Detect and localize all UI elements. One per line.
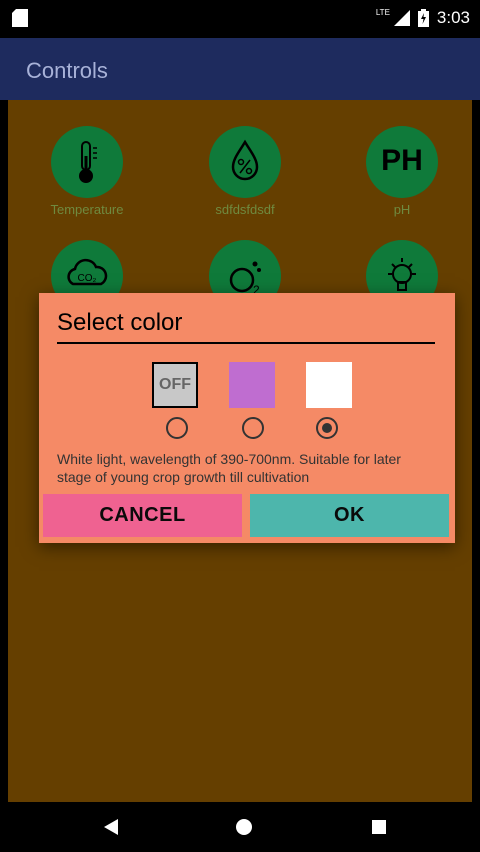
home-icon[interactable] — [236, 819, 252, 835]
dialog-divider — [57, 342, 435, 344]
color-description: White light, wavelength of 390-700nm. Su… — [57, 451, 401, 485]
signal-icon — [393, 10, 410, 26]
ph-circle: PH — [366, 126, 438, 198]
thermometer-icon — [79, 141, 97, 183]
network-type: LTE — [375, 7, 390, 17]
temperature-circle — [51, 126, 123, 198]
tile-temperature[interactable]: Temperature — [17, 126, 157, 217]
clock: 3:03 — [436, 8, 470, 27]
sd-card-icon — [12, 9, 28, 27]
battery-charging-icon — [417, 9, 429, 27]
ok-button[interactable]: OK — [250, 494, 449, 537]
humidity-drop-icon — [231, 139, 259, 181]
app-bar: Controls — [0, 38, 480, 100]
humidity-circle — [209, 126, 281, 198]
ph-icon: PH — [381, 144, 423, 177]
tile-label-ph: pH — [393, 202, 411, 217]
color-swatch-white[interactable] — [306, 362, 352, 408]
dialog-title: Select color — [57, 309, 183, 336]
radio-selected-dot — [322, 423, 332, 433]
tile-label-humidity: sdfdsfdsdf — [215, 202, 275, 217]
status-bar: LTE 3:03 — [0, 0, 480, 38]
color-swatch-purple[interactable] — [229, 362, 275, 408]
back-icon[interactable] — [104, 819, 118, 835]
recent-apps-icon[interactable] — [372, 820, 386, 834]
page-title: Controls — [26, 58, 108, 83]
navigation-bar — [0, 802, 480, 852]
radio-off[interactable] — [166, 417, 188, 439]
tile-label-temperature: Temperature — [50, 202, 124, 217]
color-swatch-off[interactable]: OFF — [152, 362, 198, 408]
radio-purple[interactable] — [242, 417, 264, 439]
radio-white[interactable] — [316, 417, 338, 439]
tile-ph[interactable]: PH pH — [332, 126, 472, 217]
cancel-button[interactable]: CANCEL — [43, 494, 242, 537]
svg-text:CO₂: CO₂ — [78, 273, 97, 284]
tile-humidity[interactable]: sdfdsfdsdf — [175, 126, 315, 217]
select-color-dialog: Select color OFF White light, wavelength… — [39, 293, 455, 543]
